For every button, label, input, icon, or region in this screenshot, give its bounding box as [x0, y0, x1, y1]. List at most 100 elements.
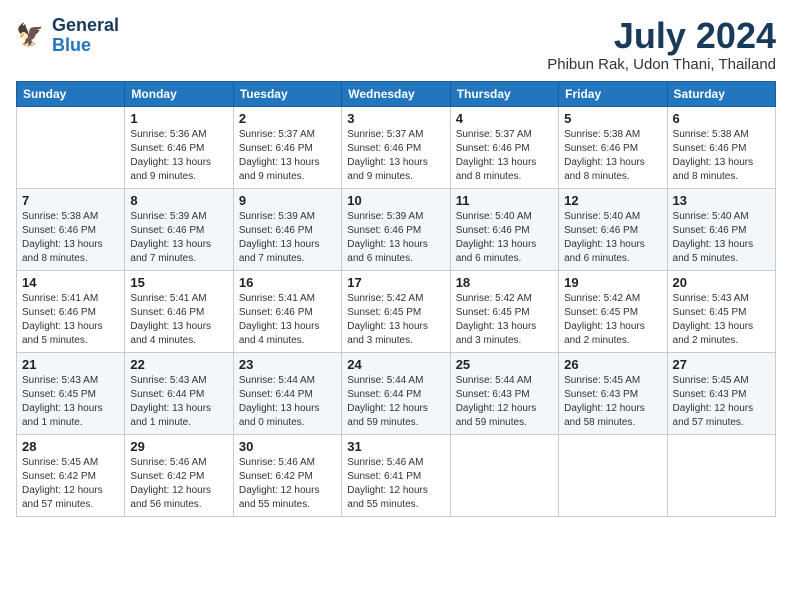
calendar-cell: [17, 106, 125, 188]
weekday-header-row: SundayMondayTuesdayWednesdayThursdayFrid…: [17, 81, 776, 106]
day-info: Sunrise: 5:46 AMSunset: 6:42 PMDaylight:…: [239, 456, 336, 512]
calendar-cell: 16 Sunrise: 5:41 AMSunset: 6:46 PMDayligh…: [233, 270, 341, 352]
calendar-cell: 28Sunrise: 5:45 AMSunset: 6:42 PMDayligh…: [17, 434, 125, 516]
day-info: Sunrise: 5:40 AMSunset: 6:46 PMDaylight:…: [564, 210, 661, 266]
day-info: Sunrise: 5:40 AMSunset: 6:46 PMDaylight:…: [673, 210, 770, 266]
calendar-cell: 31 Sunrise: 5:46 AMSunset: 6:41 PMDayligh…: [342, 434, 450, 516]
calendar-cell: 12 Sunrise: 5:40 AMSunset: 6:46 PMDayligh…: [559, 188, 667, 270]
day-number: 19: [564, 275, 661, 290]
day-number: 2: [239, 111, 336, 126]
calendar-cell: 1Sunrise: 5:36 AMSunset: 6:46 PMDaylight…: [125, 106, 233, 188]
location-subtitle: Phibun Rak, Udon Thani, Thailand: [547, 56, 776, 73]
day-info: Sunrise: 5:46 AMSunset: 6:42 PMDaylight:…: [130, 456, 227, 512]
logo-icon: 🦅: [16, 20, 48, 52]
day-info: Sunrise: 5:41 AMSunset: 6:46 PMDaylight:…: [22, 292, 119, 348]
day-info: Sunrise: 5:45 AMSunset: 6:42 PMDaylight:…: [22, 456, 119, 512]
day-info: Sunrise: 5:46 AMSunset: 6:41 PMDaylight:…: [347, 456, 444, 512]
day-number: 21: [22, 357, 119, 372]
calendar-week-row: 28Sunrise: 5:45 AMSunset: 6:42 PMDayligh…: [17, 434, 776, 516]
day-number: 25: [456, 357, 553, 372]
calendar-cell: 11Sunrise: 5:40 AMSunset: 6:46 PMDayligh…: [450, 188, 558, 270]
calendar-cell: 3Sunrise: 5:37 AMSunset: 6:46 PMDaylight…: [342, 106, 450, 188]
day-number: 18: [456, 275, 553, 290]
logo: 🦅 General Blue: [16, 16, 119, 56]
day-info: Sunrise: 5:41 AMSunset: 6:46 PMDaylight:…: [130, 292, 227, 348]
day-number: 26: [564, 357, 661, 372]
calendar-header: SundayMondayTuesdayWednesdayThursdayFrid…: [17, 81, 776, 106]
calendar-cell: 21 Sunrise: 5:43 AMSunset: 6:45 PMDayligh…: [17, 352, 125, 434]
day-info: Sunrise: 5:39 AMSunset: 6:46 PMDaylight:…: [130, 210, 227, 266]
day-number: 9: [239, 193, 336, 208]
calendar-cell: 2 Sunrise: 5:37 AMSunset: 6:46 PMDaylight…: [233, 106, 341, 188]
calendar-cell: 10 Sunrise: 5:39 AMSunset: 6:46 PMDayligh…: [342, 188, 450, 270]
calendar-cell: 23Sunrise: 5:44 AMSunset: 6:44 PMDayligh…: [233, 352, 341, 434]
day-number: 20: [673, 275, 770, 290]
day-number: 24: [347, 357, 444, 372]
weekday-header-tuesday: Tuesday: [233, 81, 341, 106]
day-number: 7: [22, 193, 119, 208]
day-number: 14: [22, 275, 119, 290]
calendar-week-row: 14 Sunrise: 5:41 AMSunset: 6:46 PMDayligh…: [17, 270, 776, 352]
day-info: Sunrise: 5:37 AMSunset: 6:46 PMDaylight:…: [456, 128, 553, 184]
calendar-cell: 29 Sunrise: 5:46 AMSunset: 6:42 PMDayligh…: [125, 434, 233, 516]
calendar-body: 1Sunrise: 5:36 AMSunset: 6:46 PMDaylight…: [17, 106, 776, 516]
day-number: 6: [673, 111, 770, 126]
weekday-header-saturday: Saturday: [667, 81, 775, 106]
day-number: 10: [347, 193, 444, 208]
calendar-week-row: 1Sunrise: 5:36 AMSunset: 6:46 PMDaylight…: [17, 106, 776, 188]
calendar-cell: 17Sunrise: 5:42 AMSunset: 6:45 PMDayligh…: [342, 270, 450, 352]
calendar-cell: 4Sunrise: 5:37 AMSunset: 6:46 PMDaylight…: [450, 106, 558, 188]
day-info: Sunrise: 5:45 AMSunset: 6:43 PMDaylight:…: [673, 374, 770, 430]
calendar-cell: 5 Sunrise: 5:38 AMSunset: 6:46 PMDaylight…: [559, 106, 667, 188]
day-number: 13: [673, 193, 770, 208]
day-info: Sunrise: 5:38 AMSunset: 6:46 PMDaylight:…: [564, 128, 661, 184]
weekday-header-friday: Friday: [559, 81, 667, 106]
day-number: 30: [239, 439, 336, 454]
calendar-cell: 30 Sunrise: 5:46 AMSunset: 6:42 PMDayligh…: [233, 434, 341, 516]
day-info: Sunrise: 5:37 AMSunset: 6:46 PMDaylight:…: [239, 128, 336, 184]
calendar-cell: 20 Sunrise: 5:43 AMSunset: 6:45 PMDayligh…: [667, 270, 775, 352]
title-block: July 2024 Phibun Rak, Udon Thani, Thaila…: [547, 16, 776, 73]
calendar-cell: 19 Sunrise: 5:42 AMSunset: 6:45 PMDayligh…: [559, 270, 667, 352]
day-number: 1: [130, 111, 227, 126]
calendar-cell: 6 Sunrise: 5:38 AMSunset: 6:46 PMDaylight…: [667, 106, 775, 188]
svg-text:🦅: 🦅: [16, 21, 44, 47]
day-number: 31: [347, 439, 444, 454]
weekday-header-thursday: Thursday: [450, 81, 558, 106]
day-info: Sunrise: 5:42 AMSunset: 6:45 PMDaylight:…: [347, 292, 444, 348]
day-info: Sunrise: 5:42 AMSunset: 6:45 PMDaylight:…: [564, 292, 661, 348]
day-number: 22: [130, 357, 227, 372]
day-number: 5: [564, 111, 661, 126]
day-info: Sunrise: 5:43 AMSunset: 6:45 PMDaylight:…: [673, 292, 770, 348]
calendar-cell: 7Sunrise: 5:38 AMSunset: 6:46 PMDaylight…: [17, 188, 125, 270]
month-year-title: July 2024: [547, 16, 776, 56]
calendar-cell: 27 Sunrise: 5:45 AMSunset: 6:43 PMDayligh…: [667, 352, 775, 434]
calendar-week-row: 7Sunrise: 5:38 AMSunset: 6:46 PMDaylight…: [17, 188, 776, 270]
calendar-cell: 18 Sunrise: 5:42 AMSunset: 6:45 PMDayligh…: [450, 270, 558, 352]
day-info: Sunrise: 5:41 AMSunset: 6:46 PMDaylight:…: [239, 292, 336, 348]
day-info: Sunrise: 5:39 AMSunset: 6:46 PMDaylight:…: [239, 210, 336, 266]
calendar-cell: 13 Sunrise: 5:40 AMSunset: 6:46 PMDayligh…: [667, 188, 775, 270]
day-info: Sunrise: 5:45 AMSunset: 6:43 PMDaylight:…: [564, 374, 661, 430]
calendar-cell: 25 Sunrise: 5:44 AMSunset: 6:43 PMDayligh…: [450, 352, 558, 434]
day-info: Sunrise: 5:38 AMSunset: 6:46 PMDaylight:…: [673, 128, 770, 184]
day-number: 27: [673, 357, 770, 372]
day-info: Sunrise: 5:44 AMSunset: 6:44 PMDaylight:…: [239, 374, 336, 430]
day-number: 16: [239, 275, 336, 290]
day-info: Sunrise: 5:40 AMSunset: 6:46 PMDaylight:…: [456, 210, 553, 266]
calendar-cell: [559, 434, 667, 516]
weekday-header-wednesday: Wednesday: [342, 81, 450, 106]
day-info: Sunrise: 5:43 AMSunset: 6:45 PMDaylight:…: [22, 374, 119, 430]
day-number: 29: [130, 439, 227, 454]
calendar-cell: 24Sunrise: 5:44 AMSunset: 6:44 PMDayligh…: [342, 352, 450, 434]
calendar-cell: 26 Sunrise: 5:45 AMSunset: 6:43 PMDayligh…: [559, 352, 667, 434]
day-info: Sunrise: 5:43 AMSunset: 6:44 PMDaylight:…: [130, 374, 227, 430]
day-info: Sunrise: 5:44 AMSunset: 6:43 PMDaylight:…: [456, 374, 553, 430]
calendar-cell: 15 Sunrise: 5:41 AMSunset: 6:46 PMDayligh…: [125, 270, 233, 352]
day-info: Sunrise: 5:39 AMSunset: 6:46 PMDaylight:…: [347, 210, 444, 266]
day-number: 15: [130, 275, 227, 290]
calendar-cell: 9 Sunrise: 5:39 AMSunset: 6:46 PMDaylight…: [233, 188, 341, 270]
day-number: 12: [564, 193, 661, 208]
day-info: Sunrise: 5:42 AMSunset: 6:45 PMDaylight:…: [456, 292, 553, 348]
weekday-header-monday: Monday: [125, 81, 233, 106]
